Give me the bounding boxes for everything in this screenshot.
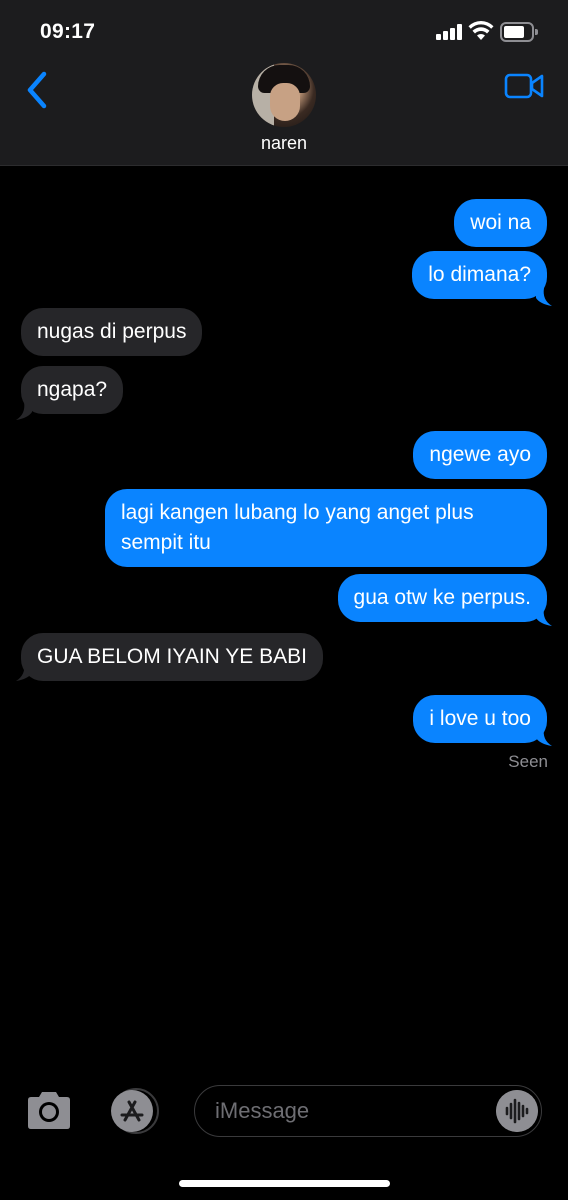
back-chevron-icon[interactable]: [20, 68, 60, 112]
message-text: lo dimana?: [428, 263, 531, 286]
sent-message[interactable]: lagi kangen lubang lo yang anget plus se…: [105, 489, 547, 567]
sent-message[interactable]: i love u too: [413, 695, 547, 743]
message-text: gua otw ke perpus.: [353, 586, 531, 609]
message-text: ngewe ayo: [429, 443, 531, 466]
home-indicator: [179, 1180, 390, 1187]
message-text: nugas di perpus: [37, 320, 187, 343]
message-text-line: sempit itu: [121, 531, 211, 554]
bubble-tail: [536, 608, 552, 626]
message-text: ngapa?: [37, 378, 108, 401]
camera-icon[interactable]: [24, 1090, 74, 1132]
sent-message[interactable]: ngewe ayo: [413, 431, 547, 479]
wifi-icon: [468, 21, 494, 40]
bubble-tail: [16, 402, 32, 420]
received-message[interactable]: GUA BELOM IYAIN YE BABI: [21, 633, 323, 681]
message-input-placeholder: iMessage: [215, 1098, 310, 1123]
sent-message[interactable]: gua otw ke perpus.: [337, 574, 547, 622]
contact-avatar[interactable]: [252, 63, 316, 127]
bubble-tail: [536, 728, 552, 746]
conversation-header: 09:17 naren: [0, 0, 568, 166]
message-list: woi na lo dimana? nugas di perpus ngapa?…: [0, 166, 568, 1066]
message-text: woi na: [470, 211, 531, 234]
read-receipt: Seen: [508, 752, 548, 771]
received-message[interactable]: ngapa?: [21, 366, 124, 414]
message-text: GUA BELOM IYAIN YE BABI: [37, 645, 307, 668]
received-message[interactable]: nugas di perpus: [21, 308, 203, 356]
sent-message[interactable]: lo dimana?: [412, 251, 547, 299]
status-bar: 09:17: [0, 0, 568, 60]
message-text-line: lagi kangen lubang lo yang anget plus: [121, 501, 474, 524]
app-store-icon[interactable]: [106, 1088, 162, 1134]
message-text: i love u too: [429, 707, 531, 730]
bubble-tail: [16, 663, 32, 681]
battery-icon: [500, 22, 538, 42]
video-camera-icon[interactable]: [504, 72, 544, 100]
bubble-tail: [536, 288, 552, 306]
signal-icon: [436, 24, 464, 40]
message-input[interactable]: iMessage: [194, 1085, 542, 1137]
sent-message[interactable]: woi na: [454, 199, 547, 247]
status-time: 09:17: [40, 20, 96, 43]
contact-name[interactable]: naren: [0, 133, 568, 154]
audio-waveform-icon[interactable]: [496, 1090, 538, 1132]
